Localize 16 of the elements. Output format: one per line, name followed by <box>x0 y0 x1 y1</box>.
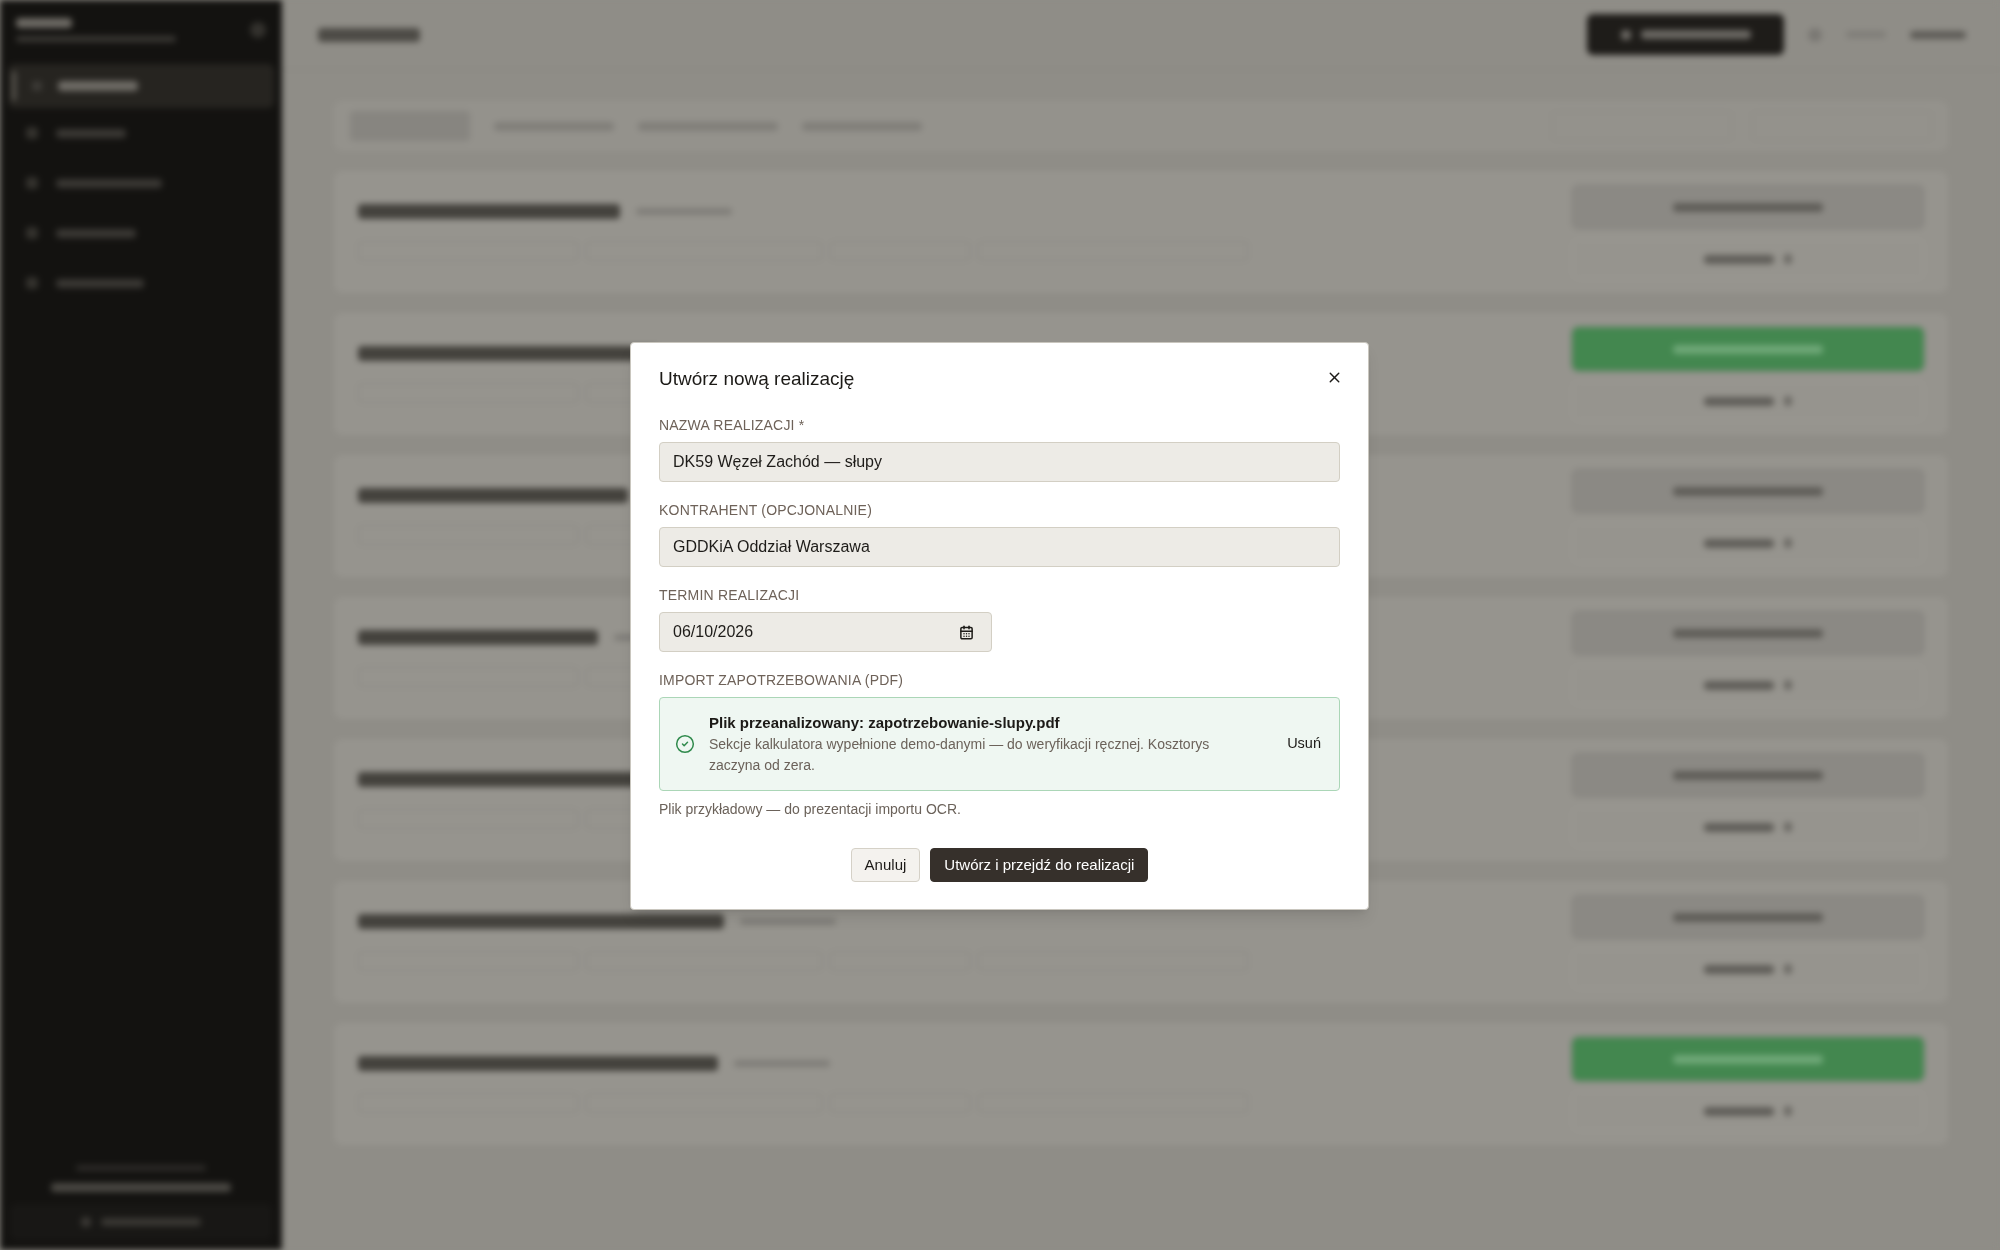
import-note: Plik przykładowy — do prezentacji importu OCR. <box>659 800 962 819</box>
calendar-icon[interactable] <box>959 624 974 640</box>
remove-button[interactable]: Usuń <box>1273 728 1335 760</box>
create-button[interactable]: Utwórz i przejdź do realizacji <box>930 848 1149 882</box>
import-status-title: Plik przeanalizowany: zapotrzebowanie-slupy.pdf <box>709 713 1061 733</box>
field-label: TERMIN REALIZACJI <box>659 586 801 604</box>
dialog-title: Utwórz nową realizację <box>659 367 855 391</box>
text-field[interactable]: DK59 Węzeł Zachód — słupy <box>659 442 1340 482</box>
text-field[interactable]: GDDKiA Oddział Warszawa <box>659 527 1340 567</box>
field-label: IMPORT ZAPOTRZEBOWANIA (PDF) <box>659 671 905 689</box>
field-label: KONTRAHENT (OPCJONALNIE) <box>659 501 873 519</box>
date-field[interactable]: 06/10/2026 <box>659 612 992 652</box>
field-label: NAZWA REALIZACJI * <box>659 416 806 434</box>
cancel-button[interactable]: Anuluj <box>850 848 921 882</box>
import-status-description: Sekcje kalkulatora wypełnione demo-danymi — do weryfikacji ręcznej. Kosztorys zaczyna od zera. <box>709 735 1211 775</box>
check-circle-icon <box>675 734 695 754</box>
